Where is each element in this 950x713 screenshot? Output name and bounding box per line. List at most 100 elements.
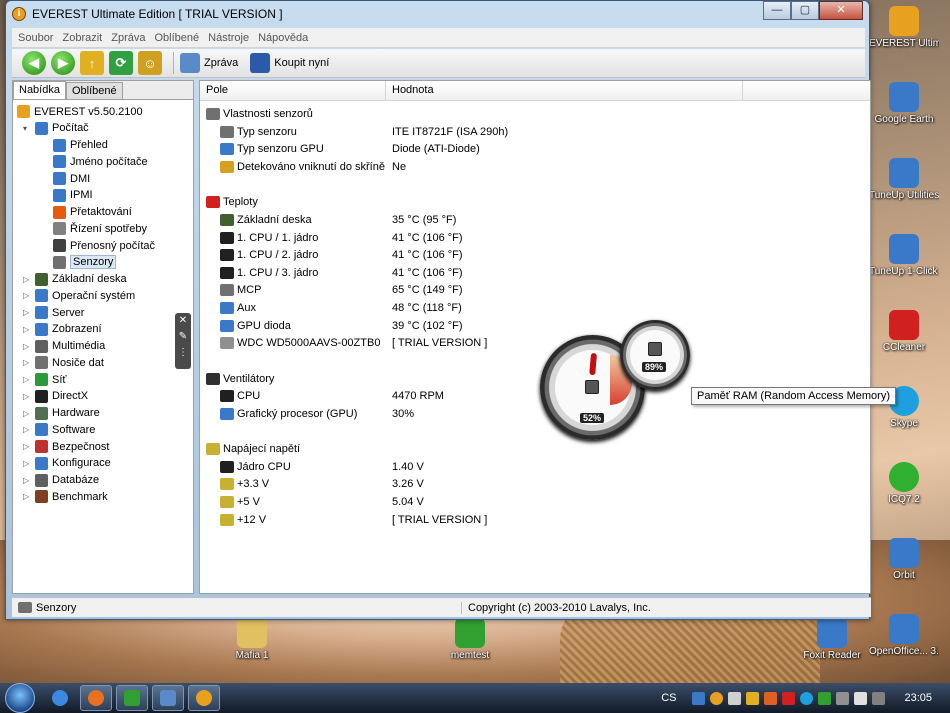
up-folder-icon[interactable]: ↑ xyxy=(80,51,104,75)
tree-item-z-kladn-deska[interactable]: ▷ Základní deska xyxy=(23,271,127,288)
title-bar[interactable]: i EVEREST Ultimate Edition [ TRIAL VERSI… xyxy=(6,1,869,27)
table-row[interactable]: Základní deska 35 °C (95 °F) xyxy=(200,211,860,228)
section-header[interactable]: Vlastnosti senzorů xyxy=(200,105,860,122)
tray-network-icon[interactable] xyxy=(872,691,886,705)
menu-nastroje[interactable]: Nástroje xyxy=(208,32,249,44)
column-pole[interactable]: Pole xyxy=(200,81,386,100)
table-row[interactable]: Typ senzoru GPU Diode (ATI-Diode) xyxy=(200,140,860,157)
close-button[interactable]: ✕ xyxy=(819,1,863,20)
menu-soubor[interactable]: Soubor xyxy=(18,32,53,44)
tree-item-everest-v5-50-2100[interactable]: EVEREST v5.50.2100 xyxy=(17,103,143,120)
tree-item-po-ta-[interactable]: ▾ Počítač xyxy=(23,120,89,137)
table-row[interactable]: Jádro CPU 1.40 V xyxy=(200,458,860,475)
tree-item-ipmi[interactable]: IPMI xyxy=(41,187,93,204)
expand-icon[interactable]: ▷ xyxy=(23,291,32,300)
tab-oblibene[interactable]: Oblíbené xyxy=(65,82,123,99)
expand-icon[interactable]: ▷ xyxy=(23,425,32,434)
report-button[interactable]: Zpráva xyxy=(180,53,238,73)
expand-icon[interactable]: ▷ xyxy=(23,325,32,334)
desktop-icon-memtest[interactable]: memtest xyxy=(435,618,505,662)
menu-oblibene[interactable]: Oblíbené xyxy=(154,32,199,44)
settings-icon[interactable]: ✎ xyxy=(175,329,191,345)
desktop-icon-orbit[interactable]: Orbit xyxy=(869,538,939,582)
expand-icon[interactable]: ▷ xyxy=(23,409,32,418)
language-indicator[interactable]: CS xyxy=(661,692,676,704)
cpu-meter-gadget[interactable]: 52% 89% xyxy=(540,320,710,440)
table-row[interactable]: +3.3 V 3.26 V xyxy=(200,475,860,492)
table-row[interactable]: MCP 65 °C (149 °F) xyxy=(200,281,860,298)
taskbar-memtest[interactable] xyxy=(116,685,148,711)
tree-item-bezpe-nost[interactable]: ▷ Bezpečnost xyxy=(23,438,109,455)
tree-item-nosi-e-dat[interactable]: ▷ Nosiče dat xyxy=(23,354,104,371)
table-row[interactable]: Typ senzoru ITE IT8721F (ISA 290h) xyxy=(200,123,860,140)
refresh-icon[interactable]: ⟳ xyxy=(109,51,133,75)
table-row[interactable]: 1. CPU / 3. jádro 41 °C (106 °F) xyxy=(200,264,860,281)
tray-mail-icon[interactable] xyxy=(728,691,742,705)
section-header[interactable]: Ventilátory xyxy=(200,370,860,387)
expand-icon[interactable]: ▷ xyxy=(23,342,32,351)
back-icon[interactable]: ◀ xyxy=(22,51,46,75)
menu-zprava[interactable]: Zpráva xyxy=(111,32,145,44)
tray-everest-icon[interactable] xyxy=(710,691,724,705)
expand-icon[interactable]: ▷ xyxy=(23,375,32,384)
expand-icon[interactable]: ▷ xyxy=(23,358,32,367)
desktop-icon-tuneup[interactable]: TuneUp Utilities 2011 xyxy=(869,158,939,202)
tree-item-datab-ze[interactable]: ▷ Databáze xyxy=(23,472,99,489)
desktop-icon-mafia[interactable]: Mafia 1 xyxy=(217,618,287,662)
tree-item-software[interactable]: ▷ Software xyxy=(23,421,95,438)
taskbar-explorer[interactable] xyxy=(152,685,184,711)
tray-folder-icon[interactable] xyxy=(746,691,760,705)
expand-icon[interactable]: ▷ xyxy=(23,459,32,468)
desktop-icon-icq[interactable]: ICQ7.2 xyxy=(869,462,939,506)
table-row[interactable]: Aux 48 °C (118 °F) xyxy=(200,299,860,316)
tree-item-directx[interactable]: ▷ DirectX xyxy=(23,388,88,405)
tree-item-multim-dia[interactable]: ▷ Multimédia xyxy=(23,338,105,355)
maximize-button[interactable]: ▢ xyxy=(791,1,819,20)
tray-temp-icon[interactable] xyxy=(818,691,832,705)
users-icon[interactable]: ☺ xyxy=(138,51,162,75)
table-row[interactable]: 1. CPU / 1. jádro 41 °C (106 °F) xyxy=(200,229,860,246)
table-row[interactable]: +5 V 5.04 V xyxy=(200,493,860,510)
desktop-icon-ccleaner[interactable]: CCleaner xyxy=(869,310,939,354)
taskbar-everest[interactable] xyxy=(188,685,220,711)
taskbar-firefox[interactable] xyxy=(80,685,112,711)
column-hodnota[interactable]: Hodnota xyxy=(386,81,743,100)
tree-item-dmi[interactable]: DMI xyxy=(41,170,90,187)
collapse-icon[interactable]: ▾ xyxy=(23,124,32,133)
section-header[interactable]: Teploty xyxy=(200,193,860,210)
table-row[interactable]: +12 V [ TRIAL VERSION ] xyxy=(200,511,860,528)
minimize-button[interactable]: — xyxy=(763,1,791,20)
tray-flower-icon[interactable] xyxy=(764,691,778,705)
tree-item-p-enosn-po-ta-[interactable]: Přenosný počítač xyxy=(41,237,155,254)
close-icon[interactable]: ✕ xyxy=(175,313,191,329)
tree-item-p-ehled[interactable]: Přehled xyxy=(41,137,108,154)
tree-item-opera-n-syst-m[interactable]: ▷ Operační systém xyxy=(23,287,135,304)
expand-icon[interactable]: ▷ xyxy=(23,392,32,401)
tree-item-jm-no-po-ta-e[interactable]: Jméno počítače xyxy=(41,153,148,170)
tray-shield-icon[interactable] xyxy=(782,691,796,705)
desktop-icon-foxit[interactable]: Foxit Reader xyxy=(797,618,867,662)
tray-skype-icon[interactable] xyxy=(800,691,814,705)
tree-item-p-etaktov-n-[interactable]: Přetaktování xyxy=(41,204,132,221)
taskbar-ie[interactable] xyxy=(44,685,76,711)
section-header[interactable]: Napájecí napětí xyxy=(200,440,860,457)
tree-item-hardware[interactable]: ▷ Hardware xyxy=(23,405,100,422)
table-row[interactable]: Detekováno vniknutí do skříně Ne xyxy=(200,158,860,175)
table-row[interactable]: WDC WD5000AAVS-00ZTB0 [ TRIAL VERSION ] xyxy=(200,334,860,351)
tree-item-senzory[interactable]: Senzory xyxy=(41,254,117,271)
tree-item-zobrazen-[interactable]: ▷ Zobrazení xyxy=(23,321,102,338)
desktop-icon-openoffice[interactable]: OpenOffice... 3.2 xyxy=(869,614,939,658)
tray-flag-icon[interactable] xyxy=(854,691,868,705)
expand-icon[interactable]: ▷ xyxy=(23,308,32,317)
desktop-icon-tuneup-oneclick[interactable]: TuneUp 1-Click Mai... xyxy=(869,234,939,278)
expand-icon[interactable]: ▷ xyxy=(23,476,32,485)
menu-napoveda[interactable]: Nápověda xyxy=(258,32,308,44)
buy-now-button[interactable]: Koupit nyní xyxy=(250,53,329,73)
tab-nabidka[interactable]: Nabídka xyxy=(13,81,66,99)
clock[interactable]: 23:05 xyxy=(904,692,932,704)
tree-item-server[interactable]: ▷ Server xyxy=(23,304,84,321)
menu-zobrazit[interactable]: Zobrazit xyxy=(62,32,102,44)
start-button[interactable] xyxy=(0,683,40,713)
expand-icon[interactable]: ▷ xyxy=(23,442,32,451)
table-row[interactable]: 1. CPU / 2. jádro 41 °C (106 °F) xyxy=(200,246,860,263)
